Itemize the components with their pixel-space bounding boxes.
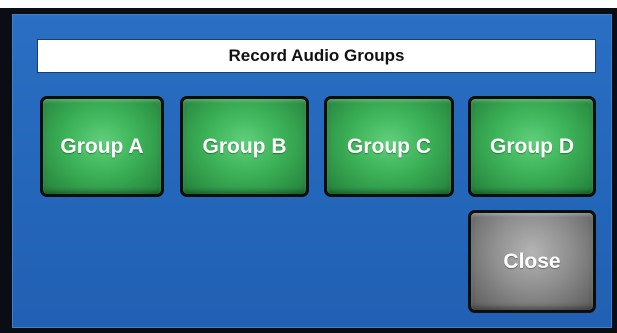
screen: Record Audio Groups Group A Group B Grou… bbox=[0, 0, 617, 333]
group-c-button[interactable]: Group C bbox=[324, 96, 454, 197]
group-d-button[interactable]: Group D bbox=[468, 96, 596, 197]
group-b-button[interactable]: Group B bbox=[180, 96, 309, 197]
dialog-title: Record Audio Groups bbox=[37, 39, 596, 73]
group-a-button[interactable]: Group A bbox=[40, 96, 164, 197]
record-audio-groups-dialog: Record Audio Groups Group A Group B Grou… bbox=[12, 14, 612, 328]
close-button[interactable]: Close bbox=[468, 210, 596, 313]
